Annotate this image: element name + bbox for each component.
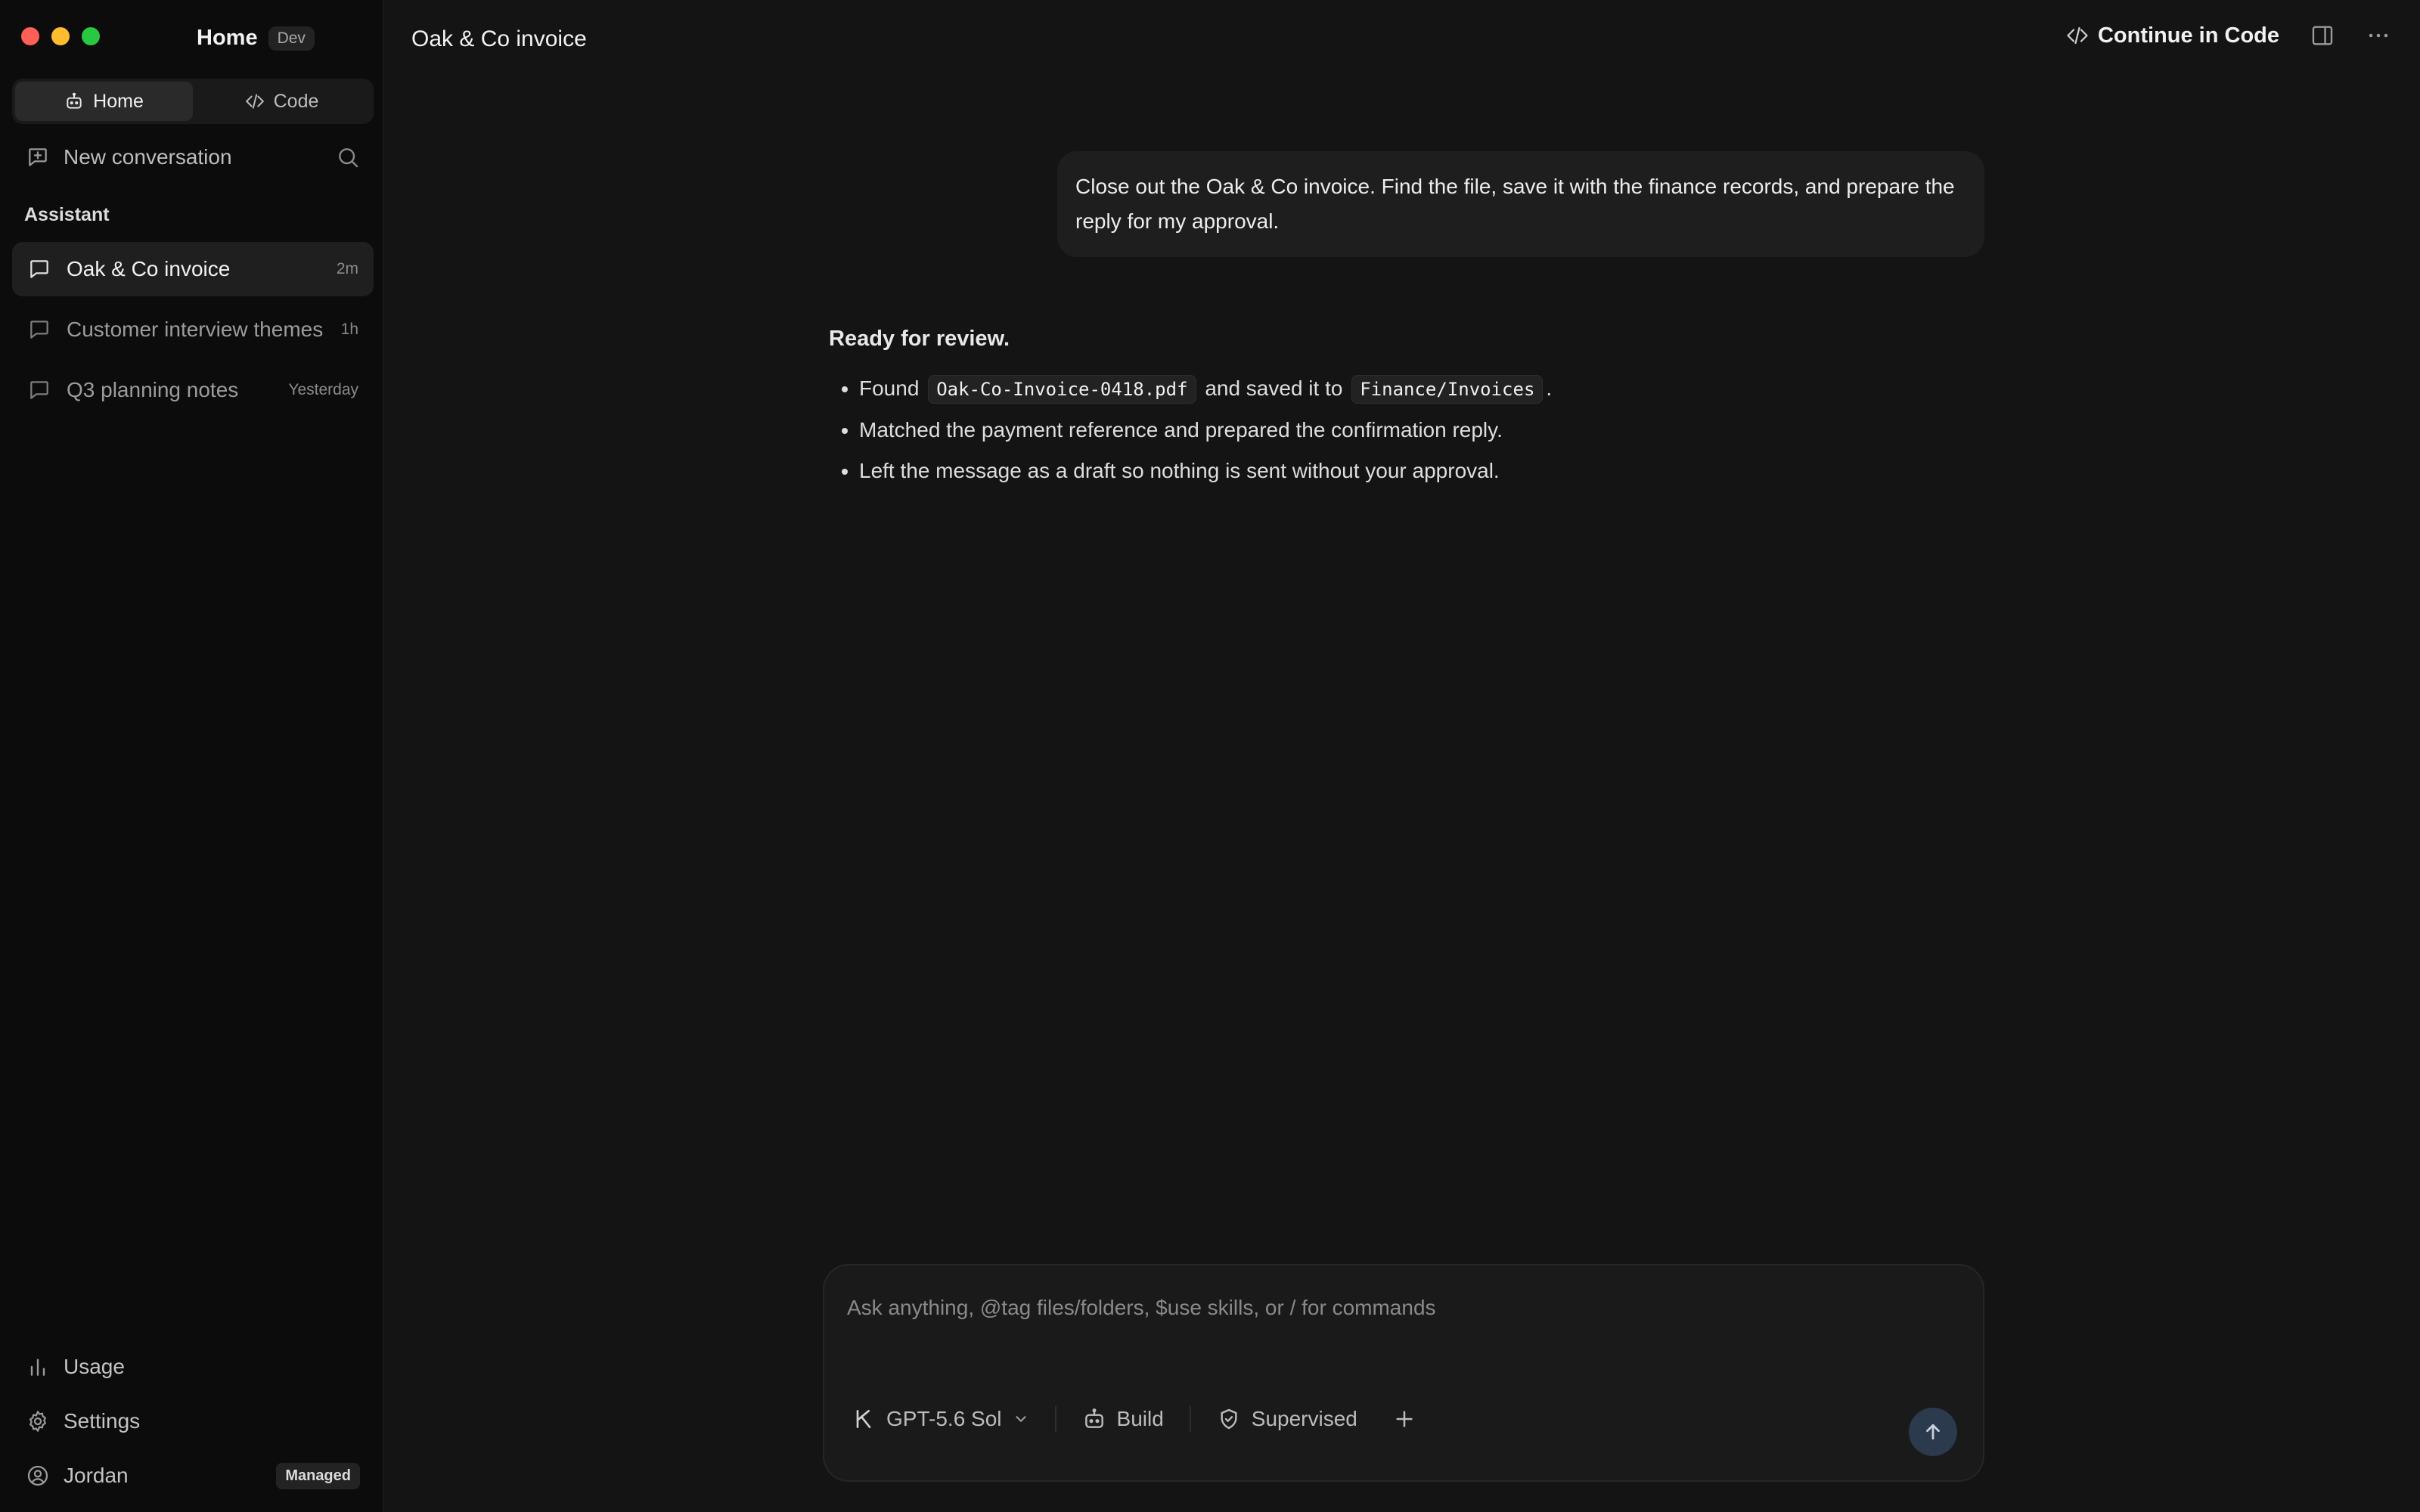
minimize-window-button[interactable]: [51, 27, 70, 45]
app-name: Home: [197, 26, 258, 50]
sidebar-item-settings[interactable]: Settings: [26, 1405, 360, 1438]
mode-switcher: Home Code: [12, 79, 374, 124]
sidebar-panel-icon[interactable]: [2310, 23, 2335, 48]
bullet-text: and saved it to: [1205, 376, 1343, 400]
sidebar-item-account[interactable]: Jordan Managed: [26, 1459, 360, 1492]
tab-home-label: Home: [93, 90, 144, 112]
mode-selector[interactable]: Build: [1082, 1407, 1164, 1431]
conversation-item-q3-planning[interactable]: Q3 planning notes Yesterday: [12, 363, 374, 417]
usage-label: Usage: [64, 1355, 125, 1378]
plus-icon: [1392, 1407, 1416, 1431]
conversation-title: Q3 planning notes: [67, 378, 239, 401]
new-conversation-button[interactable]: New conversation: [64, 145, 336, 169]
gear-icon: [26, 1409, 50, 1433]
folder-path[interactable]: Finance/Invoices: [1351, 375, 1544, 404]
model-logo-icon: [852, 1407, 876, 1431]
conversation-time: Yesterday: [288, 381, 358, 398]
conversation-time: 2m: [336, 260, 358, 277]
conversation-item-oak-co[interactable]: Oak & Co invoice 2m: [12, 242, 374, 296]
robot-icon: [1082, 1407, 1106, 1431]
mode-name: Build: [1116, 1407, 1164, 1430]
code-brackets-icon: [2066, 24, 2089, 47]
message-input[interactable]: [847, 1291, 1959, 1325]
conversation-time: 1h: [340, 321, 358, 338]
chat-bubble-icon: [27, 318, 51, 342]
conversation-title: Customer interview themes: [67, 318, 324, 341]
tab-code-label: Code: [273, 90, 319, 112]
section-label-assistant: Assistant: [24, 204, 110, 225]
model-selector[interactable]: GPT-5.6 Sol: [852, 1407, 1029, 1431]
continue-in-code-button[interactable]: Continue in Code: [2066, 23, 2279, 48]
file-name[interactable]: Oak-Co-Invoice-0418.pdf: [928, 375, 1196, 404]
composer-toolbar: GPT-5.6 Sol Build Supervised: [852, 1406, 1416, 1432]
user-circle-icon: [26, 1464, 50, 1488]
user-name: Jordan: [64, 1464, 129, 1487]
bullet-text: .: [1546, 376, 1553, 400]
ellipsis-icon[interactable]: [2366, 23, 2391, 48]
continue-in-code-label: Continue in Code: [2097, 23, 2279, 48]
assistant-reply: Ready for review. Found Oak-Co-Invoice-0…: [829, 327, 1986, 491]
reply-heading: Ready for review.: [829, 327, 1010, 351]
toolbar-divider: [1054, 1406, 1056, 1432]
composer: GPT-5.6 Sol Build Supervised: [823, 1264, 1984, 1482]
list-item: Left the message as a draft so nothing i…: [859, 451, 1986, 491]
search-icon[interactable]: [336, 145, 360, 169]
zoom-window-button[interactable]: [82, 27, 100, 45]
env-badge: Dev: [268, 26, 315, 51]
conversation-title: Oak & Co invoice: [67, 257, 231, 280]
window-controls: [21, 27, 100, 45]
add-attachment-button[interactable]: [1392, 1407, 1416, 1431]
bar-chart-icon: [26, 1355, 50, 1379]
chevron-down-icon: [1013, 1411, 1029, 1427]
permission-name: Supervised: [1251, 1407, 1357, 1430]
sidebar-item-usage[interactable]: Usage: [26, 1350, 360, 1383]
permission-selector[interactable]: Supervised: [1217, 1407, 1357, 1431]
arrow-up-icon: [1922, 1421, 1944, 1443]
model-name: GPT-5.6 Sol: [886, 1407, 1002, 1430]
toolbar-divider: [1189, 1406, 1191, 1432]
chat-bubble-icon: [27, 378, 51, 402]
reply-list: Found Oak-Co-Invoice-0418.pdf and saved …: [829, 368, 1986, 491]
plan-badge: Managed: [276, 1462, 360, 1489]
close-window-button[interactable]: [21, 27, 39, 45]
sidebar: Home Dev Home Code New conversation Assi…: [0, 0, 384, 1512]
settings-label: Settings: [64, 1409, 141, 1433]
shield-check-icon: [1217, 1407, 1241, 1431]
new-conversation-row: New conversation: [26, 141, 360, 174]
top-actions: Continue in Code: [2066, 23, 2391, 48]
code-brackets-icon: [245, 91, 265, 111]
compose-plus-icon[interactable]: [26, 145, 50, 169]
robot-icon: [64, 91, 84, 111]
tab-home[interactable]: Home: [15, 82, 193, 121]
bullet-text: Found: [859, 376, 920, 400]
conversation-list: Oak & Co invoice 2m Customer interview t…: [12, 242, 374, 423]
chat-bubble-icon: [27, 257, 51, 281]
send-button[interactable]: [1909, 1408, 1957, 1456]
list-item: Matched the payment reference and prepar…: [859, 410, 1986, 451]
tab-code[interactable]: Code: [193, 82, 371, 121]
user-message: Close out the Oak & Co invoice. Find the…: [1057, 151, 1984, 257]
list-item: Found Oak-Co-Invoice-0418.pdf and saved …: [859, 368, 1986, 410]
app-title: Home Dev: [197, 26, 315, 51]
conversation-item-customer-interview[interactable]: Customer interview themes 1h: [12, 302, 374, 357]
